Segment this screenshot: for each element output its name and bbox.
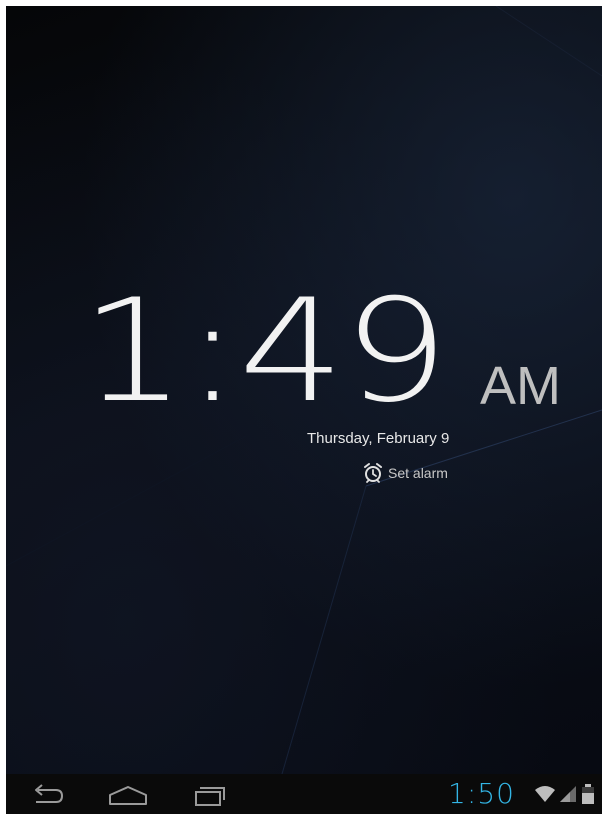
battery-icon <box>582 784 594 810</box>
home-button[interactable] <box>106 782 150 808</box>
recent-apps-icon <box>188 782 232 808</box>
back-button[interactable] <box>24 782 68 808</box>
recent-apps-button[interactable] <box>188 782 232 808</box>
status-bar-time: 1:50 <box>448 777 515 810</box>
clock-date: Thursday, February 9 <box>307 430 450 447</box>
device-screen: 1:49 AM Thursday, February 9 Set alarm 1… <box>6 6 602 814</box>
lockscreen-clock: 1:49 AM Thursday, February 9 Set alarm <box>6 6 602 774</box>
back-icon <box>24 782 68 808</box>
set-alarm-label: Set alarm <box>388 465 448 481</box>
clock-ampm: AM <box>480 356 561 416</box>
alarm-clock-icon <box>363 462 383 484</box>
signal-icon <box>558 784 578 808</box>
wifi-icon <box>534 784 556 808</box>
set-alarm-button[interactable]: Set alarm <box>363 462 448 484</box>
navigation-bar: 1:50 <box>6 774 602 814</box>
clock-time: 1:49 <box>80 269 449 434</box>
home-icon <box>106 782 150 808</box>
